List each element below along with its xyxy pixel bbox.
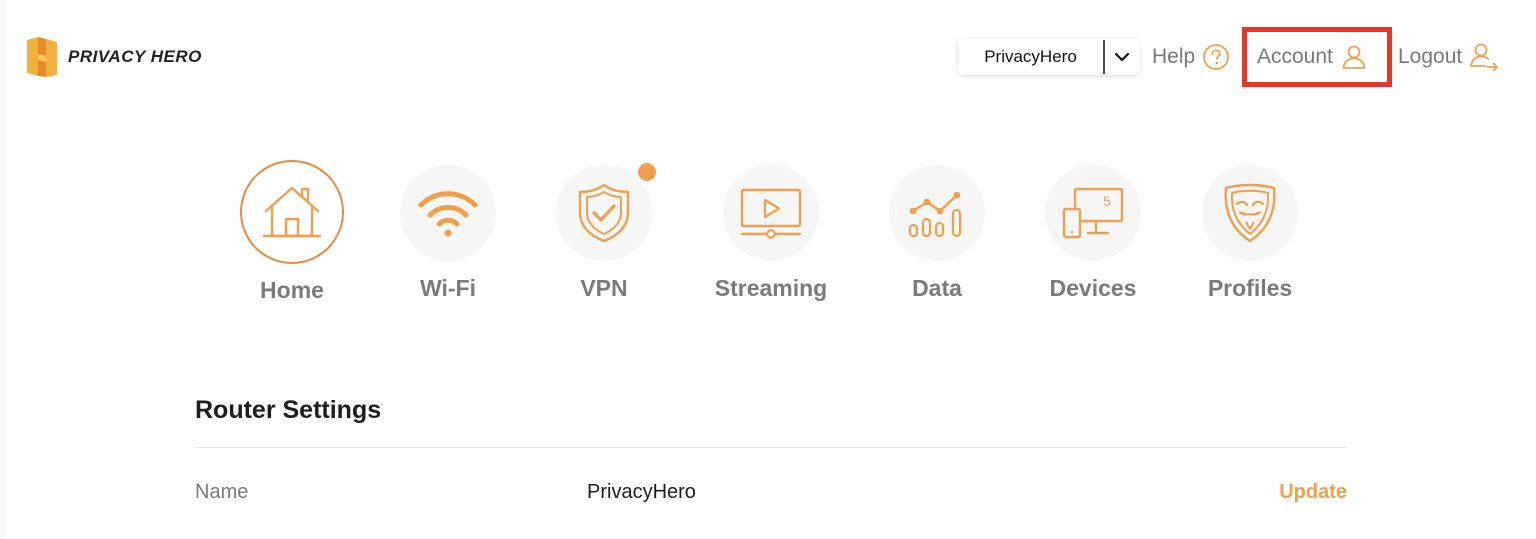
row-value-name: PrivacyHero <box>587 481 696 503</box>
nav-wifi-label: Wi-Fi <box>420 275 476 301</box>
nav-devices[interactable]: 5 Devices <box>1018 160 1168 302</box>
mask-icon <box>1224 183 1276 243</box>
row-label-name: Name <box>195 481 249 503</box>
nav-home-label: Home <box>260 277 324 303</box>
page-left-edge <box>0 0 6 539</box>
account-link[interactable]: Account <box>1257 41 1368 73</box>
home-icon-circle <box>240 160 344 264</box>
nav-streaming-label: Streaming <box>714 275 828 301</box>
profile-select-value: PrivacyHero <box>984 47 1077 66</box>
user-icon <box>1342 45 1366 69</box>
brand-logo[interactable]: PRIVACY HERO <box>24 36 202 78</box>
logout-link[interactable]: Logout <box>1398 41 1499 73</box>
profile-select[interactable]: PrivacyHero <box>958 39 1140 75</box>
settings-row-name: Name PrivacyHero Update <box>195 481 1347 509</box>
wifi-icon <box>418 191 478 237</box>
settings-divider <box>195 447 1347 448</box>
profiles-icon-circle <box>1202 165 1298 261</box>
brand-name: PRIVACY HERO <box>68 47 202 66</box>
nav-profiles-label: Profiles <box>1207 275 1293 301</box>
nav-vpn[interactable]: VPN <box>529 160 679 302</box>
update-name-button[interactable]: Update <box>1279 481 1347 504</box>
home-icon <box>262 186 322 238</box>
vpn-icon-circle <box>556 163 656 261</box>
vpn-notification-dot <box>638 163 656 181</box>
devices-icon: 5 <box>1062 187 1124 239</box>
nav-devices-label: Devices <box>1049 275 1137 301</box>
help-label: Help <box>1152 45 1196 68</box>
question-circle-icon <box>1203 44 1230 70</box>
logout-label: Logout <box>1398 45 1463 68</box>
wifi-icon-circle <box>400 165 496 261</box>
nav-vpn-label: VPN <box>580 275 628 301</box>
nav-data-label: Data <box>912 275 962 301</box>
devices-icon-circle: 5 <box>1045 165 1141 261</box>
devices-count-badge: 5 <box>1103 193 1111 209</box>
data-icon-circle <box>889 165 985 261</box>
play-screen-icon <box>740 188 802 239</box>
nav-home[interactable]: Home <box>217 160 367 304</box>
help-link[interactable]: Help <box>1152 41 1230 73</box>
nav-data[interactable]: Data <box>862 160 1012 302</box>
account-label: Account <box>1257 45 1333 68</box>
router-settings-title: Router Settings <box>195 396 382 424</box>
shield-check-icon <box>578 183 630 243</box>
user-logout-icon <box>1470 43 1499 72</box>
chevron-down-icon[interactable] <box>1105 52 1141 62</box>
streaming-icon-circle <box>723 165 819 261</box>
privacy-hero-logo-icon <box>27 37 57 77</box>
nav-streaming[interactable]: Streaming <box>696 160 846 302</box>
data-chart-icon <box>908 191 962 238</box>
nav-wifi[interactable]: Wi-Fi <box>373 160 523 302</box>
nav-profiles[interactable]: Profiles <box>1175 160 1325 302</box>
